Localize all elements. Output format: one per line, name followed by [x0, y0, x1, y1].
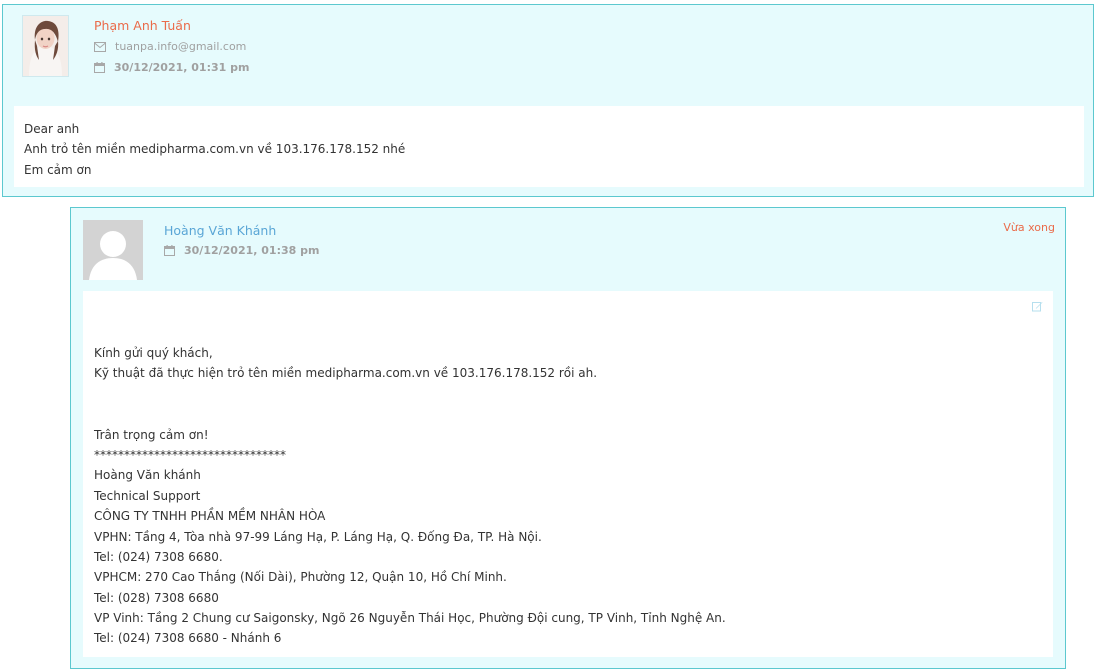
author-name[interactable]: Phạm Anh Tuấn: [94, 18, 191, 33]
message-line: Em cảm ơn: [24, 162, 92, 177]
ticket-message-customer: Phạm Anh Tuấn tuanpa.info@gmail.com 30/1…: [2, 4, 1094, 197]
message-line: Tel: (024) 7308 6680.: [94, 549, 223, 564]
message-date-row: 30/12/2021, 01:38 pm: [164, 244, 319, 257]
edit-icon[interactable]: [1032, 301, 1043, 315]
author-email-row: tuanpa.info@gmail.com: [94, 40, 246, 53]
message-line: [94, 404, 1042, 424]
message-line: VPHCM: 270 Cao Thắng (Nối Dài), Phường 1…: [94, 570, 507, 585]
message-line: ********************************: [94, 447, 286, 462]
author-email: tuanpa.info@gmail.com: [115, 40, 247, 53]
message-line: Kính gửi quý khách,: [94, 346, 213, 360]
message-date-row: 30/12/2021, 01:31 pm: [94, 61, 249, 74]
message-line: Hoàng Văn khánh: [94, 468, 201, 483]
avatar: [83, 220, 143, 280]
message-line: Dear anh: [24, 122, 80, 136]
message-line: VPHN: Tầng 4, Tòa nhà 97-99 Láng Hạ, P. …: [94, 529, 542, 544]
avatar: [22, 15, 69, 77]
message-line: Kỹ thuật đã thực hiện trỏ tên miền medip…: [94, 366, 598, 381]
ticket-message-staff: Hoàng Văn Khánh 30/12/2021, 01:38 pm Vừa…: [70, 207, 1066, 669]
message-line: CÔNG TY TNHH PHẦN MỀM NHÂN HÒA: [94, 509, 326, 524]
message-body: Kính gửi quý khách, Kỹ thuật đã thực hiệ…: [83, 291, 1053, 657]
relative-time-badge: Vừa xong: [1003, 221, 1055, 234]
message-line: Tel: (024) 7308 6680 - Nhánh 6: [94, 631, 282, 646]
avatar-photo: [23, 16, 68, 76]
envelope-icon: [94, 41, 106, 52]
message-date: 30/12/2021, 01:38 pm: [184, 244, 320, 257]
calendar-icon: [94, 62, 105, 73]
message-line: Technical Support: [94, 488, 201, 503]
default-user-icon: [83, 220, 143, 280]
author-name[interactable]: Hoàng Văn Khánh: [164, 223, 276, 238]
message-body: Dear anh Anh trỏ tên miền medipharma.com…: [14, 106, 1084, 187]
message-line: Trân trọng cảm ơn!: [94, 427, 209, 442]
message-line: Anh trỏ tên miền medipharma.com.vn về 10…: [24, 142, 406, 157]
message-line: VP Vinh: Tầng 2 Chung cư Saigonsky, Ngõ …: [94, 611, 726, 626]
calendar-icon: [164, 245, 175, 256]
message-line: Tel: (028) 7308 6680: [94, 590, 219, 605]
message-date: 30/12/2021, 01:31 pm: [114, 61, 250, 74]
message-line: [94, 384, 1042, 404]
